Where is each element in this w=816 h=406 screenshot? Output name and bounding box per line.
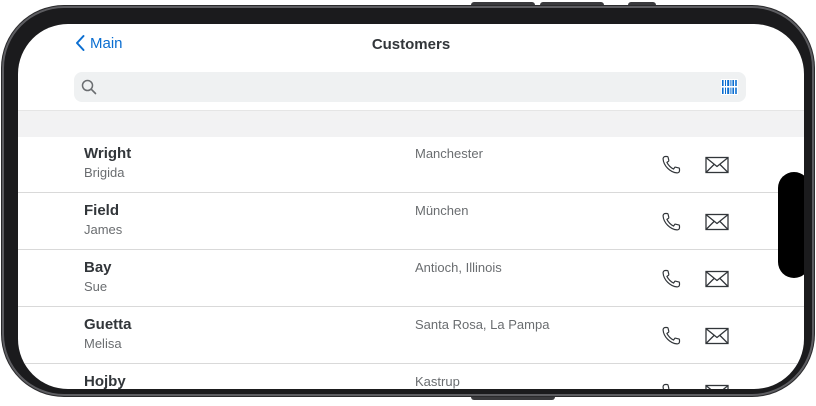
customer-last-name: Wright	[84, 145, 132, 162]
customer-city: Antioch, Illinois	[415, 260, 502, 275]
mail-icon[interactable]	[705, 270, 729, 288]
list-item[interactable]: Bay Sue Antioch, Illinois	[18, 250, 804, 307]
mail-icon[interactable]	[705, 384, 729, 389]
barcode-scanner-icon[interactable]	[721, 79, 738, 95]
customer-first-name: Brigida	[84, 165, 125, 180]
customer-city: Santa Rosa, La Pampa	[415, 317, 550, 332]
list-item[interactable]: Field James München	[18, 193, 804, 250]
list-section-header	[18, 110, 804, 137]
customer-last-name: Field	[84, 202, 120, 219]
phone-icon[interactable]	[660, 154, 682, 176]
customer-city: München	[415, 203, 469, 218]
page-title: Customers	[371, 36, 451, 53]
search-input[interactable]	[104, 75, 708, 101]
app-screen: Main Customers Wright Brigida Manchester…	[18, 24, 804, 389]
list-item[interactable]: Wright Brigida Manchester	[18, 136, 804, 193]
mail-icon[interactable]	[705, 327, 729, 345]
search-icon	[81, 79, 97, 95]
customer-first-name: Sue	[84, 279, 108, 294]
dynamic-island	[778, 172, 804, 278]
phone-icon[interactable]	[660, 382, 682, 389]
customer-list: Wright Brigida Manchester Field James Mü…	[18, 136, 804, 389]
customer-first-name: James	[84, 222, 123, 237]
customer-last-name: Hojby	[84, 373, 126, 389]
customer-city: Manchester	[415, 146, 483, 161]
phone-icon[interactable]	[660, 325, 682, 347]
mail-icon[interactable]	[705, 156, 729, 174]
search-bar	[74, 72, 746, 102]
device-frame: Main Customers Wright Brigida Manchester…	[2, 6, 814, 396]
mail-icon[interactable]	[705, 213, 729, 231]
customer-city: Kastrup	[415, 374, 460, 389]
customer-last-name: Guetta	[84, 316, 132, 333]
phone-icon[interactable]	[660, 268, 682, 290]
list-item[interactable]: Guetta Melisa Santa Rosa, La Pampa	[18, 307, 804, 364]
phone-icon[interactable]	[660, 211, 682, 233]
customer-first-name: Melisa	[84, 336, 122, 351]
list-item[interactable]: Hojby Kastrup	[18, 364, 804, 389]
customer-last-name: Bay	[84, 259, 112, 276]
